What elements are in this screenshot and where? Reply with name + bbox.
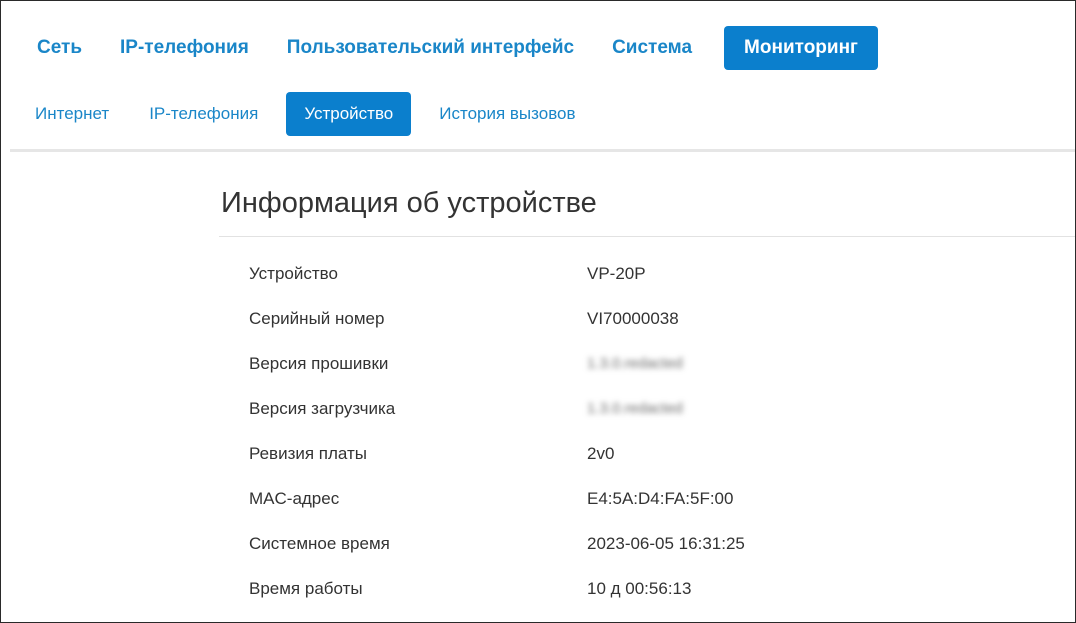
info-label: Время работы [249,578,363,598]
info-row-system-time: Системное время 2023-06-05 16:31:25 [249,521,745,566]
info-value-redacted: 1.3.0.redacted [587,355,683,372]
info-row-mac: MAC-адрес E4:5A:D4:FA:5F:00 [249,476,745,521]
main-nav-user-interface[interactable]: Пользовательский интерфейс [275,26,586,70]
info-label: Системное время [249,533,390,553]
info-value: VP-20P [587,263,646,283]
info-label: Серийный номер [249,308,385,328]
main-nav: Сеть IP-телефония Пользовательский интер… [25,26,892,70]
info-label: Версия загрузчика [249,398,396,418]
info-value: E4:5A:D4:FA:5F:00 [587,488,734,508]
sub-nav: Интернет IP-телефония Устройство История… [23,92,604,136]
device-info-table: Устройство VP-20P Серийный номер VI70000… [249,251,745,611]
page-title: Информация об устройстве [221,187,597,219]
info-value: 2v0 [587,443,615,463]
info-label: Ревизия платы [249,443,368,463]
title-rule [219,236,1075,237]
info-row-bootloader: Версия загрузчика 1.3.0.redacted [249,386,745,431]
main-nav-system[interactable]: Система [600,26,704,70]
info-value: 2023-06-05 16:31:25 [587,533,745,553]
info-row-uptime: Время работы 10 д 00:56:13 [249,566,745,611]
app-frame: Сеть IP-телефония Пользовательский интер… [0,0,1076,623]
info-row-serial: Серийный номер VI70000038 [249,296,745,341]
info-label: Версия прошивки [249,353,389,373]
sub-nav-ip-telephony[interactable]: IP-телефония [137,92,270,136]
sub-nav-internet[interactable]: Интернет [23,92,121,136]
info-value: VI70000038 [587,308,679,328]
nav-divider [10,149,1075,152]
info-row-board-revision: Ревизия платы 2v0 [249,431,745,476]
info-value: 10 д 00:56:13 [587,578,692,598]
main-nav-network[interactable]: Сеть [25,26,94,70]
info-value-redacted: 1.3.0.redacted [587,400,683,417]
info-row-device: Устройство VP-20P [249,251,745,296]
sub-nav-device[interactable]: Устройство [286,92,412,136]
info-row-firmware: Версия прошивки 1.3.0.redacted [249,341,745,386]
info-label: MAC-адрес [249,488,340,508]
main-nav-monitoring[interactable]: Мониторинг [724,26,878,70]
info-label: Устройство [249,263,338,283]
main-nav-ip-telephony[interactable]: IP-телефония [108,26,261,70]
sub-nav-call-history[interactable]: История вызовов [427,92,587,136]
